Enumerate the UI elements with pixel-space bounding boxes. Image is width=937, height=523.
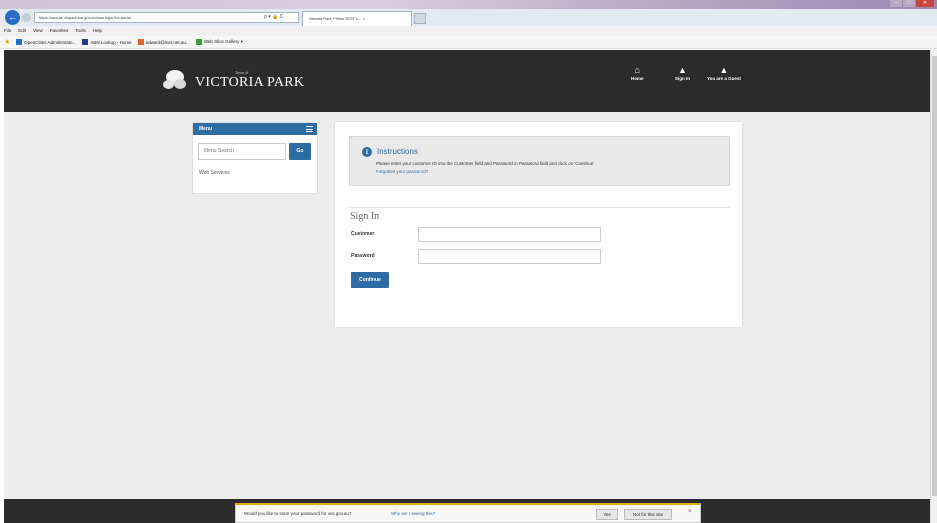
password-save-notification: Would you like to store your password fo…	[235, 503, 701, 523]
home-icon: ⌂	[634, 65, 640, 75]
favorite-label: ABN Lookup - Home	[90, 39, 132, 45]
go-button[interactable]: Go	[289, 143, 311, 160]
favorite-link[interactable]: edward@inet.net.au...	[137, 39, 190, 45]
window-controls: – □ ✕	[890, 0, 934, 7]
address-bar[interactable]: https://secure.vicpark.wa.gov.au/userlog…	[34, 12, 299, 23]
instructions-title: Instructions	[377, 147, 418, 156]
favorites-star-icon[interactable]: ★	[4, 38, 10, 46]
favorite-icon	[82, 39, 89, 45]
close-window-button[interactable]: ✕	[916, 0, 934, 7]
menu-help[interactable]: Help	[93, 26, 102, 36]
window-titlebar: – □ ✕	[0, 0, 937, 9]
user-icon: ▲	[719, 65, 729, 75]
side-menu-title: Menu	[199, 126, 213, 132]
signin-title: Sign In	[350, 211, 380, 222]
main-content: Menu Menu Search Go Web Services i Instr…	[4, 112, 930, 499]
address-controls[interactable]: ρ ▾ 🔒 C	[264, 12, 283, 23]
signin-card: i Instructions Please enter your custome…	[335, 122, 742, 327]
info-icon: i	[362, 147, 372, 157]
favorite-icon	[195, 39, 202, 45]
side-menu: Menu Menu Search Go Web Services	[192, 122, 318, 194]
address-row: ← https://secure.vicpark.wa.gov.au/userl…	[0, 9, 937, 26]
menu-view[interactable]: View	[33, 26, 43, 36]
nav-guest-label: You are a Guest	[707, 76, 741, 81]
user-icon: ▲	[678, 65, 687, 75]
close-icon[interactable]: ×	[688, 509, 692, 515]
continue-button[interactable]: Continue	[351, 272, 389, 288]
nav-home[interactable]: ⌂ Home	[631, 65, 644, 81]
side-menu-header[interactable]: Menu	[193, 123, 317, 135]
logo-title: VICTORIA PARK	[195, 74, 305, 90]
hamburger-icon[interactable]	[306, 126, 313, 132]
password-label: Password	[351, 253, 375, 259]
new-tab-button[interactable]	[414, 13, 426, 24]
site-header: Town of VICTORIA PARK ⌂ Home ▲ Sign In ▲…	[4, 50, 930, 112]
notification-help-link[interactable]: Why am I seeing this?	[391, 511, 435, 516]
notification-text: Would you like to store your password fo…	[244, 511, 352, 516]
scrollbar-thumb[interactable]	[932, 56, 937, 496]
page-scrollbar[interactable]	[930, 50, 937, 523]
favorite-link[interactable]: ABN Lookup - Home	[82, 39, 132, 45]
nav-sign-in[interactable]: ▲ Sign In	[675, 65, 690, 81]
forgot-password-link[interactable]: Forgotten your password?	[376, 169, 428, 174]
instructions-text: Please enter your customer ID into the C…	[376, 161, 595, 166]
menu-item-web-services[interactable]: Web Services	[199, 170, 230, 176]
customer-label: Customer	[351, 231, 375, 237]
nav-home-label: Home	[631, 76, 644, 81]
notification-yes-button[interactable]: Yes	[596, 509, 618, 520]
notification-not-for-site-button[interactable]: Not for this site	[624, 509, 672, 520]
favorite-icon	[16, 39, 23, 45]
minimize-button[interactable]: –	[890, 0, 902, 7]
menu-tools[interactable]: Tools	[75, 26, 86, 36]
favorite-icon	[137, 39, 144, 45]
favorite-label: Web Slice Gallery ▾	[203, 39, 243, 44]
favorite-link[interactable]: Web Slice Gallery ▾	[195, 39, 243, 45]
tree-logo-icon	[162, 67, 192, 93]
instructions-panel: i Instructions Please enter your custome…	[349, 136, 730, 186]
browser-tab[interactable]: Victoria Park **New TEST L... ×	[302, 11, 412, 26]
menu-search-input[interactable]: Menu Search	[198, 143, 286, 160]
favorite-label: edward@inet.net.au...	[145, 39, 190, 45]
favorites-bar: ★ OpenCities Administrato... ABN Lookup …	[0, 36, 937, 49]
browser-menubar: File Edit View Favorites Tools Help	[0, 26, 937, 36]
logo-text: Town of VICTORIA PARK	[195, 70, 304, 91]
password-field[interactable]	[418, 249, 601, 264]
menu-file[interactable]: File	[4, 26, 11, 36]
nav-guest[interactable]: ▲ You are a Guest	[707, 65, 741, 81]
site-logo[interactable]: Town of VICTORIA PARK	[162, 60, 304, 100]
favorite-link[interactable]: OpenCities Administrato...	[16, 39, 76, 45]
nav-sign-in-label: Sign In	[675, 76, 690, 81]
maximize-button[interactable]: □	[903, 0, 915, 7]
forward-arrow-icon[interactable]	[22, 13, 31, 22]
divider	[349, 207, 730, 208]
menu-edit[interactable]: Edit	[18, 26, 26, 36]
back-arrow-icon[interactable]: ←	[5, 10, 20, 25]
menu-favorites[interactable]: Favorites	[50, 26, 69, 36]
customer-field[interactable]	[418, 227, 601, 242]
favorite-label: OpenCities Administrato...	[24, 39, 77, 45]
